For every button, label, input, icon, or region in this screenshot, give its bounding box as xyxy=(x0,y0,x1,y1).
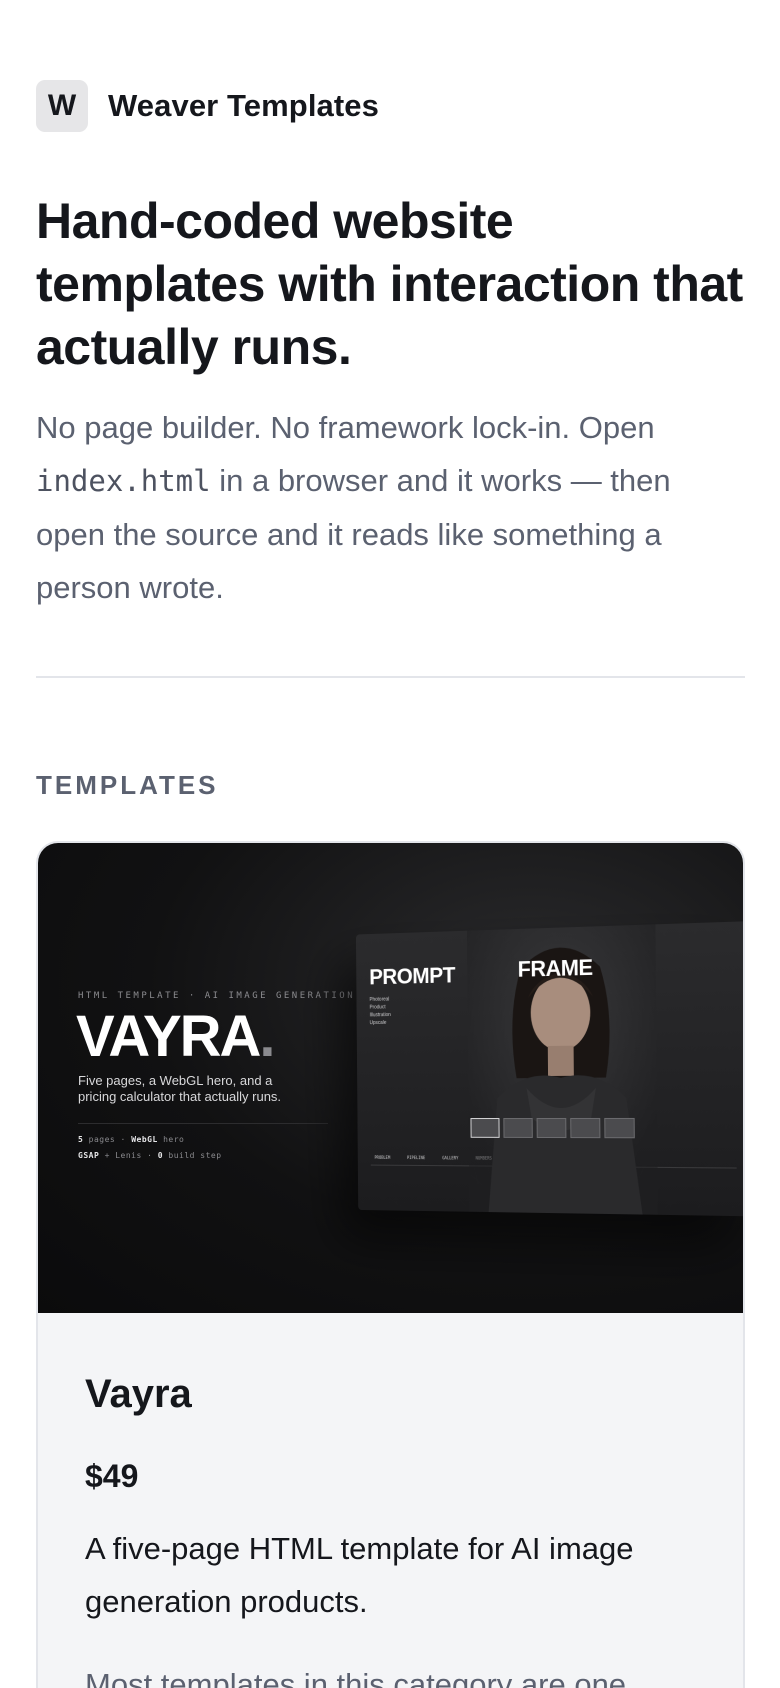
screen-nav-item: GALLERY xyxy=(442,1155,459,1161)
hero-title: Hand-coded website templates with intera… xyxy=(36,193,743,375)
preview-tagline: Five pages, a WebGL hero, and a pricing … xyxy=(78,1073,282,1104)
preview-eyebrow: HTML TEMPLATE · AI IMAGE GENERATION xyxy=(78,991,356,1001)
preview-logo: VAYRA. xyxy=(76,1003,276,1070)
brand[interactable]: W Weaver Templates xyxy=(36,80,379,132)
screen-thumbnail xyxy=(604,1117,635,1139)
screen-menu-item: Illustration xyxy=(369,1012,391,1019)
hero-subtitle: No page builder. No framework lock-in. O… xyxy=(36,401,748,614)
preview-divider xyxy=(78,1123,328,1124)
template-title[interactable]: Vayra xyxy=(85,1372,192,1417)
stat1-bold: WebGL xyxy=(131,1135,158,1144)
template-preview-image[interactable]: HTML TEMPLATE · AI IMAGE GENERATION VAYR… xyxy=(38,843,743,1313)
screen-left-word: PROMPT xyxy=(369,962,456,990)
template-description-more: Most templates in this category are one xyxy=(85,1667,627,1688)
preview-stat-2: GSAP + Lenis · 0 build step xyxy=(78,1151,222,1160)
preview-logo-text: VAYRA xyxy=(76,1004,261,1069)
stat2-bold: GSAP xyxy=(78,1151,100,1160)
stat2-text: + Lenis · xyxy=(99,1151,158,1160)
stat1-end: hero xyxy=(157,1135,185,1144)
template-description: A five-page HTML template for AI image g… xyxy=(85,1531,634,1619)
screen-menu: Photoreal Product Illustration Upscale xyxy=(369,996,390,1027)
screen-menu-item: Upscale xyxy=(369,1019,387,1027)
divider xyxy=(36,676,745,678)
section-label: TEMPLATES xyxy=(36,770,219,800)
screen-thumbnail xyxy=(536,1117,567,1139)
screen-right-word: FRAME xyxy=(517,954,593,982)
hero-subtitle-code: index.html xyxy=(36,464,211,498)
preview-screen-mockup: PROMPT FRAME Photoreal Product Illustrat… xyxy=(355,921,743,1217)
screen-nav-item: PROBLEM xyxy=(374,1154,391,1160)
brand-name: Weaver Templates xyxy=(108,88,379,123)
screen-thumbnails xyxy=(470,1117,635,1139)
preview-stat-1: 5 pages · WebGL hero xyxy=(78,1135,184,1144)
brand-logo: W xyxy=(36,80,88,132)
stat1-text: pages · xyxy=(83,1135,132,1144)
screen-thumbnail xyxy=(570,1117,601,1139)
stat2-end: build step xyxy=(163,1151,222,1160)
screen-thumbnail xyxy=(470,1118,500,1138)
hero-subtitle-part1: No page builder. No framework lock-in. O… xyxy=(36,410,655,445)
preview-logo-dot: . xyxy=(259,1004,275,1069)
screen-nav-item: PIPELINE xyxy=(407,1155,426,1161)
screen-thumbnail xyxy=(503,1118,533,1138)
template-price: $49 xyxy=(85,1458,139,1494)
